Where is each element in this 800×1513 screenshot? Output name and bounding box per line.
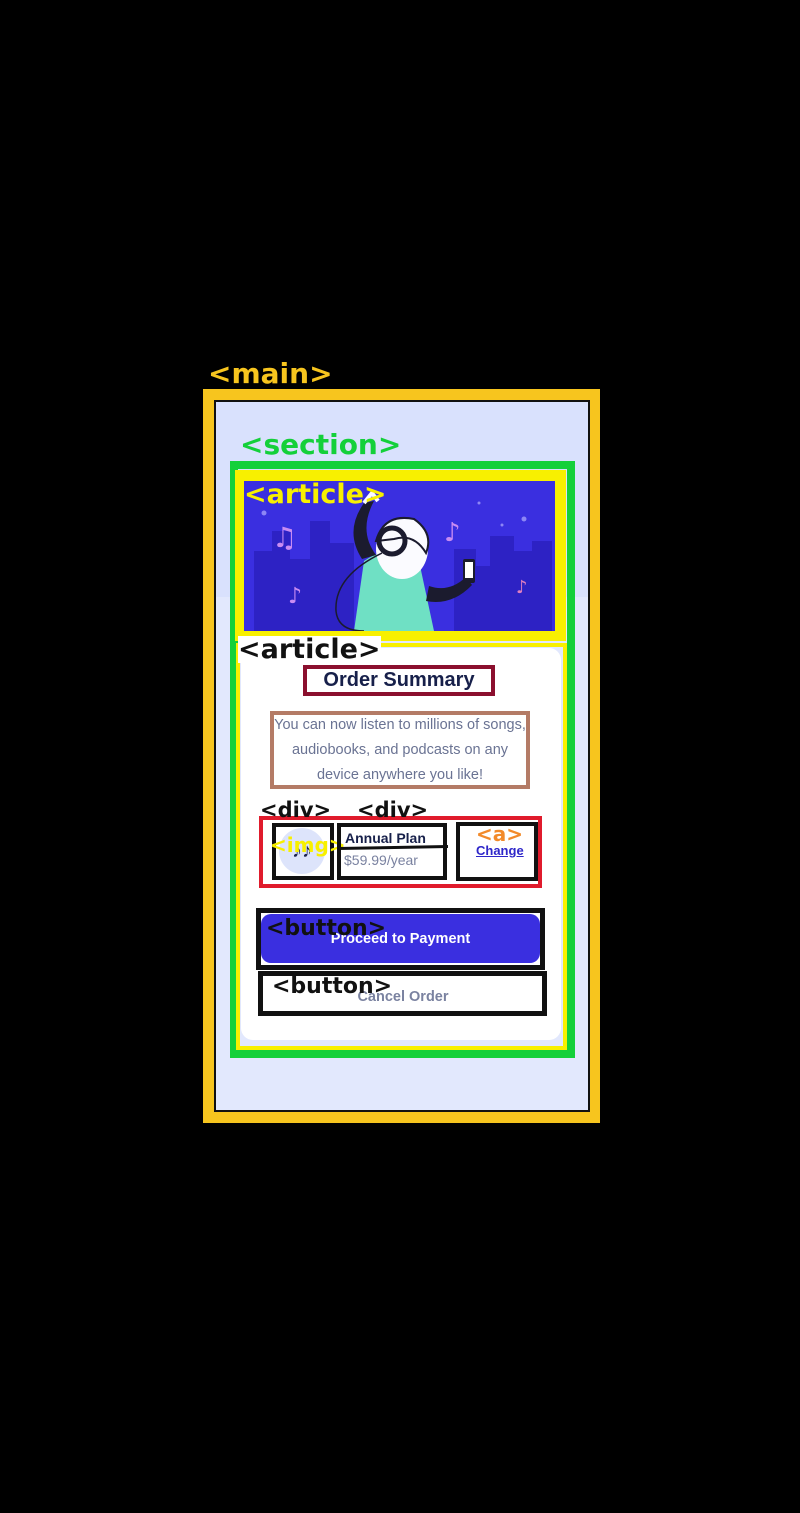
img-tag-label: <img>: [270, 833, 346, 857]
plan-details-annotation-box: [337, 823, 447, 880]
music-note-icon: ♪: [288, 584, 302, 609]
div-tag-label: <div>: [357, 798, 429, 822]
a-tag-label: <a>: [476, 822, 524, 846]
music-note-icon: ♪: [444, 518, 461, 548]
description-annotation-box: [270, 711, 530, 789]
music-note-icon: ♪: [516, 577, 528, 598]
card-article-tag-label: <article>: [238, 634, 381, 665]
button-tag-label: <button>: [272, 974, 393, 999]
hero-article-tag-label: <article>: [244, 479, 387, 510]
section-tag-label: <section>: [240, 428, 402, 461]
music-note-icon: ♫: [272, 521, 297, 554]
title-annotation-box: [303, 665, 495, 696]
div-tag-label: <div>: [260, 798, 332, 822]
main-tag-label: <main>: [208, 357, 333, 390]
button-tag-label: <button>: [266, 916, 387, 941]
